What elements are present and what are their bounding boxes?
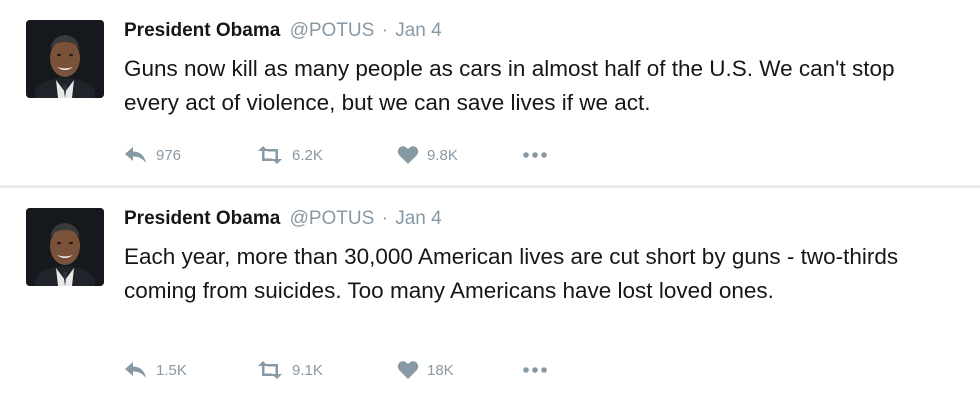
retweet-count: 6.2K — [292, 146, 323, 164]
header-separator: · — [381, 20, 388, 41]
heart-icon — [397, 146, 419, 164]
like-count: 9.8K — [427, 146, 458, 164]
ellipsis-icon — [523, 367, 547, 373]
tweet-card[interactable]: President Obama @POTUS · Jan 4 Guns now … — [0, 0, 980, 186]
retweet-icon — [258, 361, 282, 379]
retweet-count: 9.1K — [292, 361, 323, 379]
tweet-date[interactable]: Jan 4 — [395, 20, 441, 41]
reply-icon — [125, 147, 146, 163]
author-handle[interactable]: @POTUS — [290, 208, 375, 229]
avatar[interactable] — [26, 208, 104, 286]
like-button[interactable]: 9.8K — [397, 143, 458, 167]
ellipsis-icon — [523, 152, 547, 158]
tweet-text: Guns now kill as many people as cars in … — [124, 56, 895, 115]
reply-icon — [125, 362, 146, 378]
like-count: 18K — [427, 361, 454, 379]
reply-button[interactable]: 976 — [124, 143, 181, 167]
retweet-button[interactable]: 9.1K — [256, 358, 323, 382]
avatar-photo-icon — [26, 208, 104, 286]
reply-count: 976 — [156, 146, 182, 164]
tweet-feed: President Obama @POTUS · Jan 4 Guns now … — [0, 0, 980, 408]
author-name[interactable]: President Obama — [124, 20, 280, 41]
avatar[interactable] — [26, 20, 104, 98]
tweet-text: Each year, more than 30,000 American liv… — [124, 244, 899, 303]
avatar-photo-icon — [26, 20, 104, 98]
heart-icon — [397, 361, 419, 379]
tweet-date[interactable]: Jan 4 — [395, 208, 441, 229]
more-button[interactable] — [522, 358, 548, 382]
author-handle[interactable]: @POTUS — [290, 20, 375, 41]
retweet-button[interactable]: 6.2K — [256, 143, 323, 167]
tweet-card[interactable]: President Obama @POTUS · Jan 4 Each year… — [0, 188, 980, 408]
reply-button[interactable]: 1.5K — [124, 358, 187, 382]
retweet-icon — [258, 146, 282, 164]
tweet-header: President Obama @POTUS · Jan 4 — [124, 207, 442, 231]
header-separator: · — [381, 208, 388, 229]
tweet-header: President Obama @POTUS · Jan 4 — [124, 19, 442, 43]
reply-count: 1.5K — [156, 361, 187, 379]
author-name[interactable]: President Obama — [124, 208, 280, 229]
like-button[interactable]: 18K — [397, 358, 454, 382]
more-button[interactable] — [522, 143, 548, 167]
